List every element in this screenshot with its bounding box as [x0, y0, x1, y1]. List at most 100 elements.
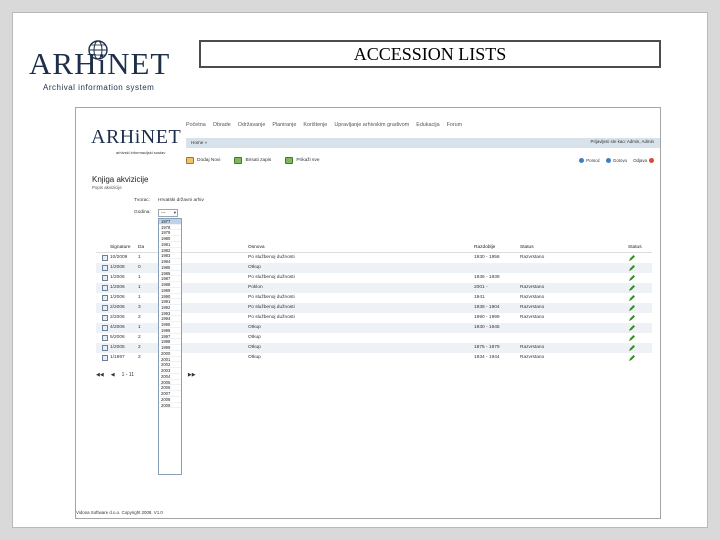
col-status[interactable]: Status	[520, 245, 534, 250]
show-all-label: Prikaži sve	[296, 158, 320, 163]
cell-razdoblje: 1936 - 1939	[474, 275, 500, 280]
col-razdoblje[interactable]: Razdoblje	[474, 245, 495, 250]
cell-osnova: Po službenoj dužnosti	[248, 295, 295, 300]
page-title: Knjiga akvizicije	[92, 175, 149, 184]
document-icon[interactable]	[102, 295, 108, 301]
cell-date: 1	[138, 295, 141, 300]
edit-pencil-icon[interactable]	[628, 274, 636, 282]
col-status-action: Status	[628, 245, 642, 250]
breadcrumb-home[interactable]: Home »	[191, 140, 207, 145]
footer-copyright: Vidona Software d.o.o. Copyright 2008. V…	[76, 510, 163, 515]
edit-pencil-icon[interactable]	[628, 254, 636, 262]
document-icon[interactable]	[102, 265, 108, 271]
nav-item-upravljanje[interactable]: Upravljanje arhivskim gradivom	[334, 122, 409, 136]
cell-signature: 1/2006	[110, 275, 125, 280]
first-page-button[interactable]: ◀◀	[96, 372, 104, 378]
document-icon[interactable]	[102, 335, 108, 341]
cell-osnova: Po službenoj dužnosti	[248, 255, 295, 260]
chevron-down-icon[interactable]: ▾	[174, 210, 176, 216]
edit-pencil-icon[interactable]	[628, 314, 636, 322]
cell-status: Razvrstano	[520, 285, 545, 290]
edit-pencil-icon[interactable]	[628, 344, 636, 352]
slide-title: ACCESSION LISTS	[199, 40, 661, 68]
cell-date: 2	[138, 335, 141, 340]
page-range: 1 - 11	[121, 372, 134, 378]
document-icon[interactable]	[102, 325, 108, 331]
edit-pencil-icon[interactable]	[628, 324, 636, 332]
edit-pencil-icon[interactable]	[628, 294, 636, 302]
creator-label: Tvorac:	[134, 198, 150, 203]
document-icon[interactable]	[102, 315, 108, 321]
cell-razdoblje: 1938 - 1904	[474, 305, 500, 310]
document-icon[interactable]	[102, 345, 108, 351]
cell-date: 0	[138, 265, 141, 270]
user-info: Prijavljeni ste kao: Admin, Admin	[590, 139, 654, 144]
nav-item-odrzavanje[interactable]: Održavanje	[238, 122, 266, 136]
delete-record-label: Brisati zapis	[245, 158, 272, 163]
cell-osnova: Po službenoj dužnosti	[248, 315, 295, 320]
document-icon[interactable]	[102, 275, 108, 281]
done-button[interactable]: Gotovo	[605, 158, 627, 163]
nav-item-forum[interactable]: Forum	[447, 122, 463, 136]
edit-pencil-icon[interactable]	[628, 264, 636, 272]
nav-item-planiranje[interactable]: Planiranje	[272, 122, 296, 136]
prev-page-button[interactable]: ◀	[111, 372, 115, 378]
cell-status: Razvrstano	[520, 345, 545, 350]
cell-date: 2	[138, 345, 141, 350]
year-option[interactable]: 2009	[159, 403, 181, 409]
cell-status: Razvrstano	[520, 355, 545, 360]
year-dropdown-list[interactable]: 1977 1978 1979 1980 1981 1982 1983 1984 1985 1986…	[158, 218, 182, 475]
creator-value: Hrvatski državni arhiv	[158, 198, 204, 203]
logout-icon	[649, 158, 654, 163]
edit-pencil-icon[interactable]	[628, 354, 636, 362]
cell-osnova: Poklon	[248, 285, 263, 290]
cell-status: Razvrstano	[520, 315, 545, 320]
logout-button[interactable]: Odjava	[633, 158, 654, 163]
cell-razdoblje: 1990 - 1999	[474, 315, 500, 320]
cell-status: Razvrstano	[520, 295, 545, 300]
help-icon	[579, 158, 585, 163]
help-label: Pomoć	[586, 158, 600, 163]
cell-signature: 1/2006	[110, 295, 125, 300]
cell-razdoblje: 1941	[474, 295, 485, 300]
year-select[interactable]: --- ▾	[158, 209, 178, 217]
cell-status: Razvrstano	[520, 255, 545, 260]
cell-razdoblje: 1930 - 1945	[474, 325, 500, 330]
col-signature[interactable]: Signature	[110, 245, 131, 250]
delete-icon	[234, 157, 243, 164]
document-icon[interactable]	[102, 355, 108, 361]
add-new-button[interactable]: Dodaj Novi	[186, 157, 220, 164]
document-icon[interactable]	[102, 285, 108, 291]
col-osnova[interactable]: Osnova	[248, 245, 265, 250]
add-document-icon	[186, 157, 194, 164]
nav-item-pocetna[interactable]: Početna	[186, 122, 206, 136]
arhinet-logo: ARHiNET Archival information system	[29, 29, 179, 92]
cell-date: 1	[138, 275, 141, 280]
delete-record-button[interactable]: Brisati zapis	[234, 157, 271, 164]
cell-osnova: Otkup	[248, 345, 261, 350]
done-icon	[605, 158, 611, 163]
document-icon[interactable]	[102, 305, 108, 311]
cell-signature: 2/2006	[110, 315, 125, 320]
nav-item-koristenje[interactable]: Korištenje	[303, 122, 327, 136]
cell-signature: 5/2006	[110, 335, 125, 340]
nav-item-edukacija[interactable]: Edukacija	[416, 122, 439, 136]
cell-osnova: Otkup	[248, 355, 261, 360]
cell-signature: 1/1997	[110, 355, 125, 360]
cell-signature: 2/2006	[110, 305, 125, 310]
cell-razdoblje: 1930 - 1956	[474, 255, 500, 260]
cell-signature: 1/2006	[110, 285, 125, 290]
col-date[interactable]: Da	[138, 245, 144, 250]
help-button[interactable]: Pomoć	[579, 158, 600, 163]
show-all-button[interactable]: Prikaži sve	[285, 157, 320, 164]
edit-pencil-icon[interactable]	[628, 284, 636, 292]
year-label: Godina:	[134, 210, 151, 215]
nav-item-obrade[interactable]: Obrade	[213, 122, 231, 136]
cell-signature: 1/2005	[110, 345, 125, 350]
edit-pencil-icon[interactable]	[628, 334, 636, 342]
document-icon[interactable]	[102, 255, 108, 261]
edit-pencil-icon[interactable]	[628, 304, 636, 312]
cell-date: 1	[138, 255, 141, 260]
last-page-button[interactable]: ▶▶	[188, 372, 196, 378]
cell-signature: 10/2009	[110, 255, 128, 260]
